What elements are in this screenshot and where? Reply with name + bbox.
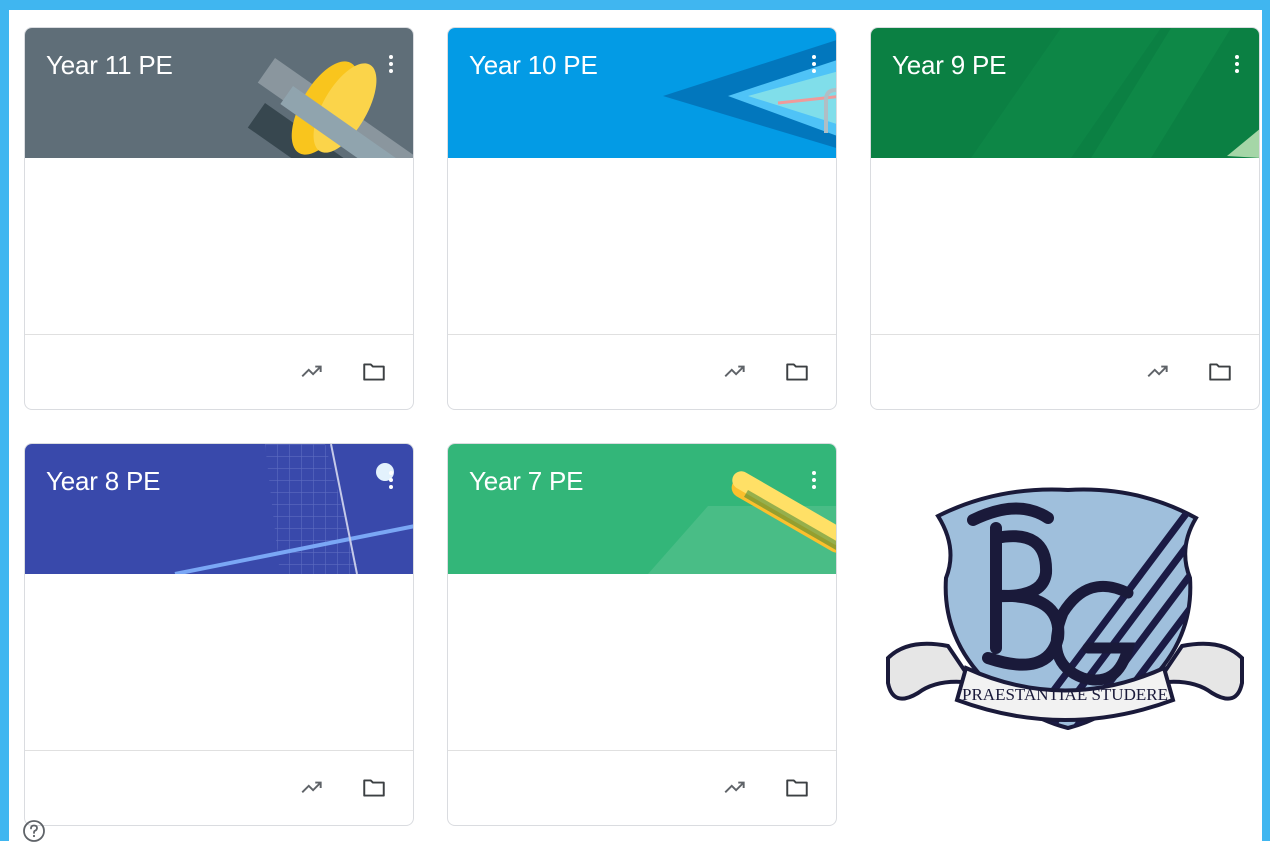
class-card-footer	[448, 750, 836, 825]
folder-icon[interactable]	[357, 771, 391, 805]
trending-up-icon[interactable]	[1141, 355, 1175, 389]
folder-icon[interactable]	[780, 355, 814, 389]
more-options-icon[interactable]	[802, 50, 826, 78]
class-card-header[interactable]: Year 8 PE	[25, 444, 413, 574]
class-card-header[interactable]: Year 10 PE	[448, 28, 836, 158]
class-title[interactable]: Year 11 PE	[46, 50, 173, 81]
tennis-net-illustration	[174, 444, 413, 574]
class-card-year-8[interactable]: Year 8 PE	[24, 443, 414, 826]
class-card-footer	[25, 750, 413, 825]
class-card-year-7[interactable]: Year 7 PE	[447, 443, 837, 826]
trending-up-icon[interactable]	[718, 355, 752, 389]
class-card-year-11[interactable]: Year 11 PE	[24, 27, 414, 410]
window-right-border	[1262, 0, 1270, 841]
trending-up-icon[interactable]	[295, 771, 329, 805]
window-top-border	[0, 0, 1270, 10]
hurdle-illustration	[648, 471, 836, 574]
class-card-year-10[interactable]: Year 10 PE	[447, 27, 837, 410]
swimming-pool-illustration	[663, 40, 836, 148]
more-options-icon[interactable]	[802, 466, 826, 494]
class-title[interactable]: Year 7 PE	[469, 466, 584, 497]
more-options-icon[interactable]	[1225, 50, 1249, 78]
folder-icon[interactable]	[357, 355, 391, 389]
class-card-header[interactable]: Year 11 PE	[25, 28, 413, 158]
folder-icon[interactable]	[1203, 355, 1237, 389]
weights-illustration	[247, 58, 413, 158]
class-title[interactable]: Year 10 PE	[469, 50, 598, 81]
school-crest-logo: PRAESTANTIAE STUDERE	[886, 487, 1244, 731]
class-card-header[interactable]: Year 7 PE	[448, 444, 836, 574]
folder-icon[interactable]	[780, 771, 814, 805]
class-title[interactable]: Year 8 PE	[46, 466, 161, 497]
trending-up-icon[interactable]	[295, 355, 329, 389]
class-card-year-9[interactable]: Year 9 PE	[870, 27, 1260, 410]
class-title[interactable]: Year 9 PE	[892, 50, 1007, 81]
class-card-footer	[871, 334, 1259, 409]
window-left-border	[0, 0, 9, 841]
trending-up-icon[interactable]	[718, 771, 752, 805]
class-card-header[interactable]: Year 9 PE	[871, 28, 1259, 158]
class-card-footer	[448, 334, 836, 409]
help-icon[interactable]	[22, 819, 46, 843]
class-card-footer	[25, 334, 413, 409]
crest-motto: PRAESTANTIAE STUDERE	[962, 685, 1168, 704]
more-options-icon[interactable]	[379, 466, 403, 494]
more-options-icon[interactable]	[379, 50, 403, 78]
field-illustration	[971, 28, 1259, 158]
